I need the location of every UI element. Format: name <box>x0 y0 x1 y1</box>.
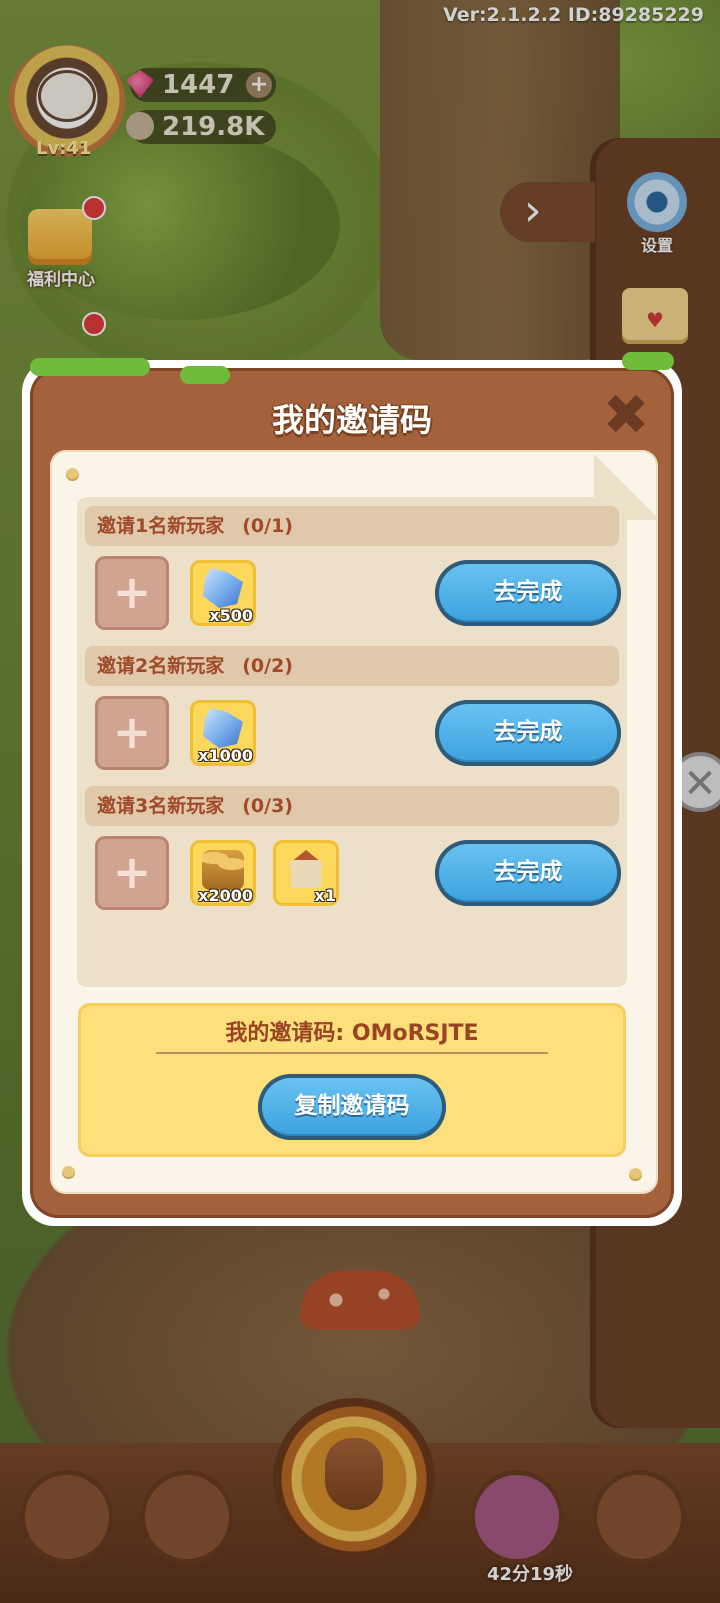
grass-decoration <box>180 366 230 384</box>
divider <box>156 1052 548 1054</box>
add-friend-slot[interactable]: + <box>95 556 169 630</box>
task-header: 邀请1名新玩家 (0/1) <box>85 506 619 546</box>
reward-qty: x1000 <box>198 746 253 765</box>
crystal-icon <box>203 708 243 748</box>
reward-item: x2000 <box>190 840 256 906</box>
reward-qty: x2000 <box>198 886 253 905</box>
crystal-icon <box>203 568 243 608</box>
modal-title: 我的邀请码 <box>271 401 432 439</box>
task-title: 邀请1名新玩家 <box>97 515 225 537</box>
reward-item: x1 <box>273 840 339 906</box>
reward-qty: x500 <box>209 606 253 625</box>
task-progress: (0/2) <box>242 655 293 677</box>
coins-icon <box>202 850 244 890</box>
task-progress: (0/1) <box>242 515 293 537</box>
go-complete-button[interactable]: 去完成 <box>435 840 621 906</box>
task-title: 邀请2名新玩家 <box>97 655 225 677</box>
copy-invite-code-button[interactable]: 复制邀请码 <box>258 1074 446 1140</box>
grass-decoration <box>622 352 674 370</box>
reward-qty: x1 <box>314 886 336 905</box>
pin-icon <box>62 1166 75 1179</box>
task-header: 邀请3名新玩家 (0/3) <box>85 786 619 826</box>
go-complete-button[interactable]: 去完成 <box>435 700 621 766</box>
close-icon[interactable]: ✖ <box>600 388 652 444</box>
add-friend-slot[interactable]: + <box>95 836 169 910</box>
invite-code-text: 我的邀请码: OMoRSJTE <box>225 1021 479 1046</box>
grass-decoration <box>30 358 150 376</box>
add-friend-slot[interactable]: + <box>95 696 169 770</box>
go-complete-button[interactable]: 去完成 <box>435 560 621 626</box>
pin-icon <box>66 468 79 481</box>
task-header: 邀请2名新玩家 (0/2) <box>85 646 619 686</box>
pin-icon <box>629 1168 642 1181</box>
house-icon <box>287 850 325 888</box>
reward-item: x1000 <box>190 700 256 766</box>
task-progress: (0/3) <box>242 795 293 817</box>
task-title: 邀请3名新玩家 <box>97 795 225 817</box>
reward-item: x500 <box>190 560 256 626</box>
